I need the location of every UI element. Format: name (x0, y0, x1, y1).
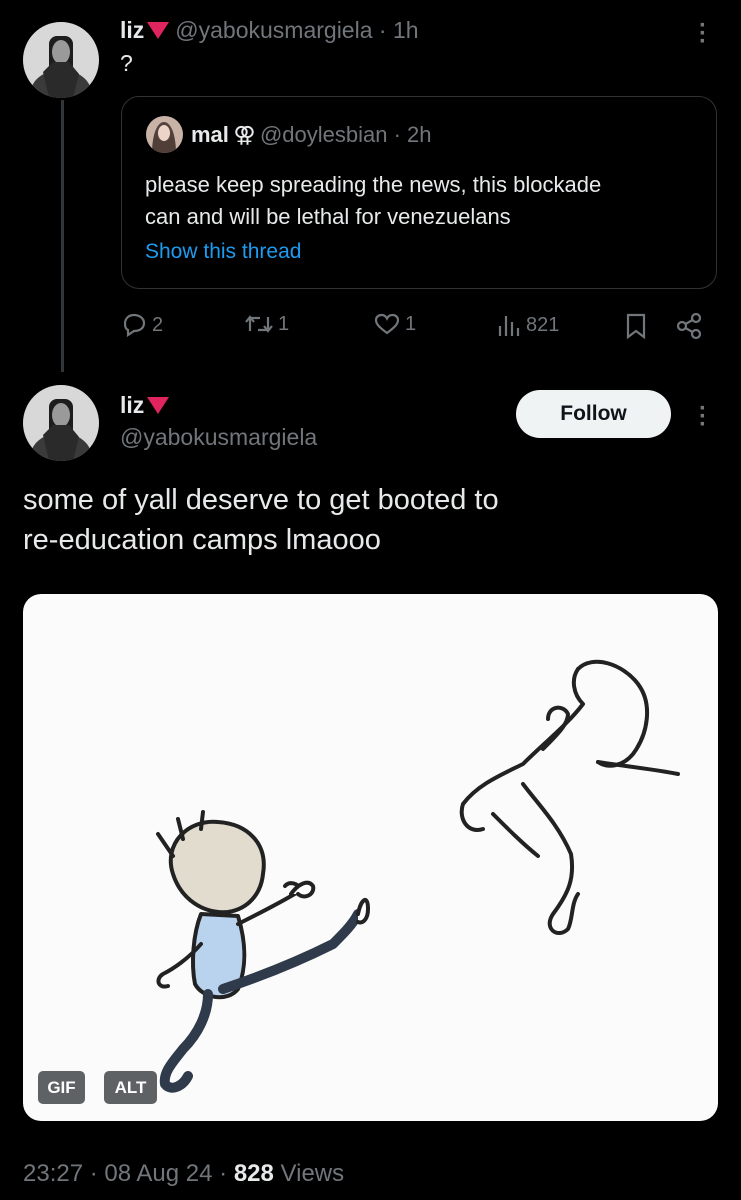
quote-author-handle[interactable]: @doylesbian (260, 122, 388, 147)
more-options-icon[interactable]: · · · (699, 397, 707, 437)
avatar-mal[interactable] (146, 116, 183, 153)
bookmark-button[interactable] (624, 312, 648, 340)
quote-author-name[interactable]: mal (191, 122, 229, 147)
views-total: 828 (233, 1160, 274, 1187)
reply-icon (123, 313, 146, 338)
quote-text-line: please keep spreading the news, this blo… (145, 172, 602, 197)
share-icon (676, 312, 702, 340)
quote-text-line: can and will be lethal for venezuelans (145, 204, 511, 229)
views-count: 821 (526, 313, 560, 336)
separator-dot: · (372, 17, 393, 43)
follow-button[interactable]: Follow (516, 390, 671, 438)
views-icon (498, 316, 520, 336)
retweet-button[interactable]: 1 (244, 312, 289, 336)
quote-header: mal ⚢ @doylesbian · 2h (191, 122, 432, 148)
action-bar: 2 1 1 821 (120, 312, 720, 342)
tweet-text-line: re-education camps lmaooo (23, 524, 381, 556)
tweet2-header: liz (120, 392, 170, 419)
tweet-text-line: some of yall deserve to get booted to (23, 484, 499, 516)
quote-time[interactable]: 2h (407, 122, 431, 147)
reply-button[interactable]: 2 (120, 312, 163, 338)
quote-text: please keep spreading the news, this blo… (145, 169, 601, 233)
tweet1-text: ? (120, 50, 133, 76)
timestamp[interactable]: 23:27 · 08 Aug 24 · (23, 1160, 227, 1187)
bookmark-icon (626, 313, 646, 340)
retweet-icon (245, 315, 273, 333)
sapphic-symbol-icon: ⚢ (233, 122, 256, 147)
retweet-count: 1 (278, 312, 290, 335)
red-triangle-icon (147, 22, 170, 39)
gif-badge: GIF (38, 1071, 85, 1104)
alt-badge[interactable]: ALT (104, 1071, 157, 1104)
views-button[interactable]: 821 (496, 312, 559, 338)
heart-icon (374, 313, 400, 335)
views-label: Views (280, 1160, 345, 1187)
gif-media[interactable] (23, 594, 718, 1121)
like-count: 1 (405, 312, 417, 335)
author-handle[interactable]: @yabokusmargiela (175, 17, 372, 43)
avatar-liz[interactable] (23, 22, 99, 98)
separator-dot: · (387, 122, 408, 147)
like-button[interactable]: 1 (373, 312, 416, 336)
tweet1-header: liz @yabokusmargiela · 1h (120, 17, 419, 44)
avatar-liz[interactable] (23, 385, 99, 461)
tweet-meta: 23:27 · 08 Aug 24 · 828 Views (23, 1160, 344, 1188)
reply-count: 2 (152, 313, 164, 336)
share-button[interactable] (675, 312, 703, 340)
author-name[interactable]: liz (120, 392, 144, 418)
show-thread-link[interactable]: Show this thread (145, 240, 301, 264)
kick-illustration (156, 659, 680, 1093)
more-options-icon[interactable]: · · · (699, 14, 707, 54)
thread-line (61, 100, 64, 372)
author-name[interactable]: liz (120, 17, 144, 43)
author-handle[interactable]: @yabokusmargiela (120, 424, 317, 451)
tweet-time[interactable]: 1h (393, 17, 419, 43)
tweet2-text: some of yall deserve to get booted to re… (23, 480, 499, 560)
red-triangle-icon (147, 397, 170, 414)
quoted-tweet[interactable]: mal ⚢ @doylesbian · 2h please keep sprea… (121, 96, 717, 289)
